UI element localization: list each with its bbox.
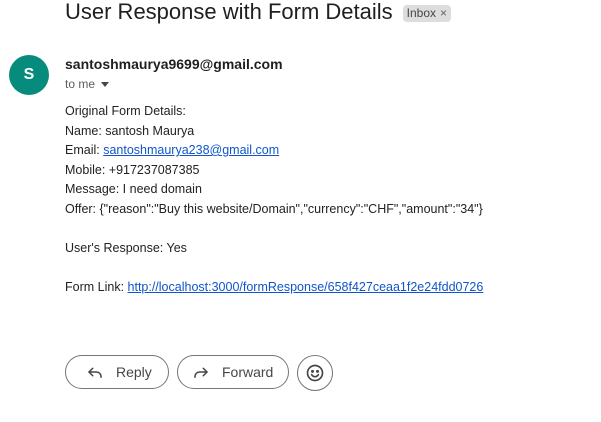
chevron-down-icon[interactable] xyxy=(101,82,110,87)
reply-button[interactable]: Reply xyxy=(65,355,169,389)
email-prefix: Email: xyxy=(65,143,104,157)
inbox-label-text: Inbox xyxy=(406,5,437,20)
email-subject-row: User Response with Form Details Inbox × xyxy=(65,0,452,27)
form-details-heading: Original Form Details: xyxy=(65,104,186,118)
message-actions: Reply Forward xyxy=(65,355,333,391)
forward-label: Forward xyxy=(222,364,274,380)
email-line: Email: santoshmaurya238@gmail.com xyxy=(65,141,483,161)
form-response-link[interactable]: http://localhost:3000/formResponse/658f4… xyxy=(128,280,484,294)
mobile-line: Mobile: +917237087385 xyxy=(65,162,200,177)
forward-icon xyxy=(192,363,210,381)
sender-email[interactable]: santoshmaurya9699@gmail.com xyxy=(65,56,283,72)
forward-button[interactable]: Forward xyxy=(177,355,289,389)
recipient-label: to me xyxy=(65,77,96,91)
email-subject: User Response with Form Details xyxy=(65,0,393,24)
email-body: Original Form Details: Name: santosh Mau… xyxy=(65,102,483,297)
message-line: Message: I need domain xyxy=(65,182,202,196)
offer-line: Offer: {"reason":"Buy this website/Domai… xyxy=(65,201,483,216)
form-link-prefix: Form Link: xyxy=(65,279,128,294)
emoji-reaction-button[interactable] xyxy=(297,355,333,391)
remove-label-icon[interactable]: × xyxy=(440,6,447,20)
email-link[interactable]: santoshmaurya238@gmail.com xyxy=(103,143,279,157)
name-line: Name: santosh Maurya xyxy=(65,123,195,138)
sender-avatar[interactable]: S xyxy=(9,55,49,95)
reply-label: Reply xyxy=(116,364,152,380)
user-response-line: User's Response: Yes xyxy=(65,240,187,255)
recipient-details-toggle[interactable]: to me xyxy=(65,77,110,91)
smiley-icon xyxy=(305,363,325,383)
form-link-line: Form Link: http://localhost:3000/formRes… xyxy=(65,278,483,298)
avatar-initial: S xyxy=(23,66,35,83)
inbox-label-chip[interactable]: Inbox × xyxy=(402,4,452,22)
reply-icon xyxy=(86,363,104,381)
